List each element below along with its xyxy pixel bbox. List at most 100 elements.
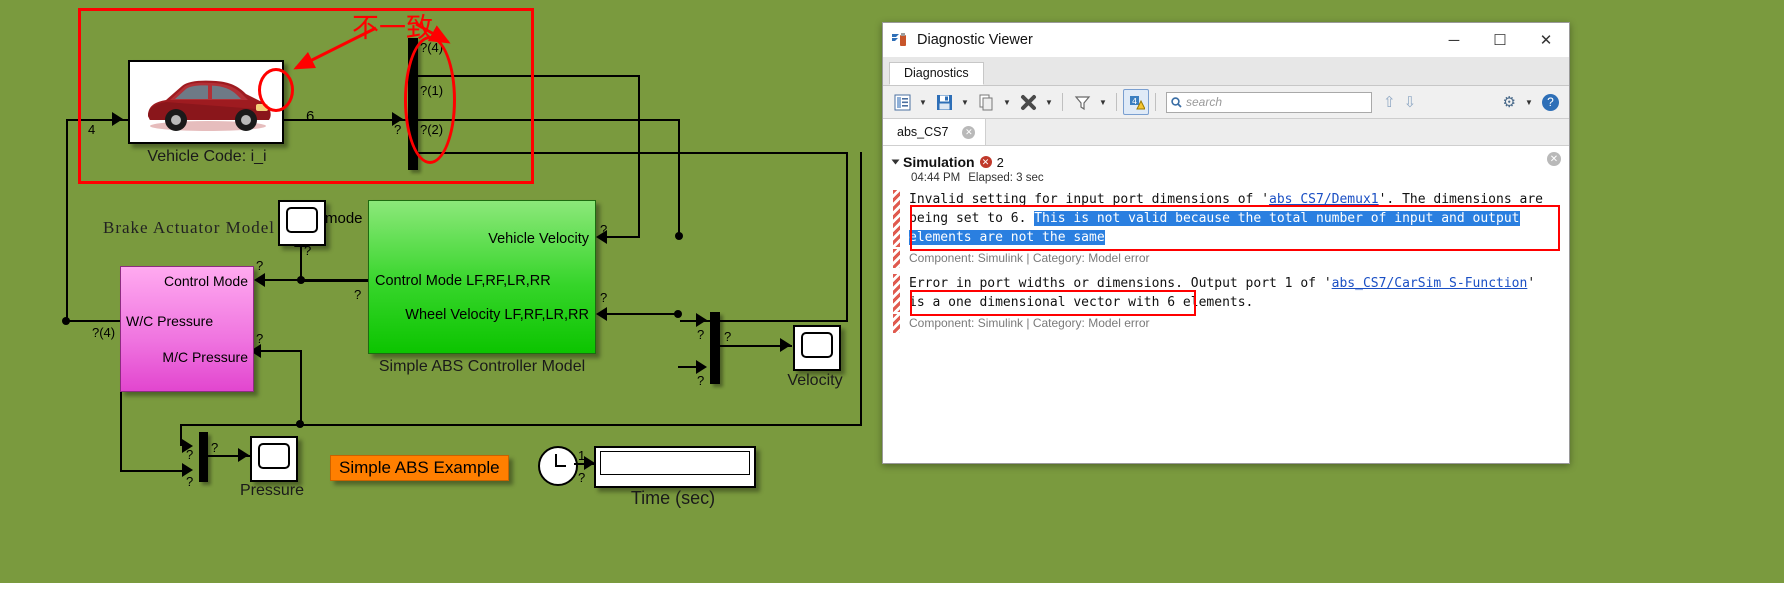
brake-actuator-block[interactable]: Control Mode W/C Pressure M/C Pressure [120,266,254,392]
pressure-mux-block[interactable] [199,432,208,482]
diagnostic-message[interactable]: Invalid setting for input port dimension… [893,190,1559,247]
signal-label-pmux-out: ? [211,440,219,455]
diagnostic-message[interactable]: Error in port widths or dimensions. Outp… [893,274,1559,312]
error-stripe-icon [893,314,900,333]
error-badge-icon: ✕ [979,156,992,168]
simulation-group-header[interactable]: Simulation ✕ 2 [891,154,1559,170]
pressure-scope-block[interactable] [250,436,298,482]
wire [66,320,122,322]
nav-down-icon[interactable]: ⇩ [1404,93,1417,111]
signal-label-brake-ctrl: ? [256,258,264,273]
group-timestamp-row: 04:44 PM Elapsed: 3 sec [911,172,1559,184]
signal-label-pmux-2: ? [186,474,194,489]
diagnostic-viewer-titlebar: Diagnostic Viewer ─ ☐ ✕ [883,23,1569,57]
search-placeholder: search [1186,95,1223,109]
message-link[interactable]: abs_CS7/CarSim S-Function [1332,276,1528,291]
time-display-block[interactable] [594,446,756,488]
wire [606,236,640,238]
signal-label-mux-out: ? [724,329,732,344]
brake-port-mc-pressure: M/C Pressure [162,349,248,365]
signal-label-brake-in: ?(4) [92,325,116,340]
brake-actuator-title: Brake Actuator Model [103,218,276,237]
signal-label-mux-in1: ? [697,327,705,342]
mode-scope-block[interactable] [278,200,326,246]
wire [264,279,368,281]
wire [600,313,678,315]
search-input[interactable]: search [1166,91,1372,113]
wire [300,246,302,280]
maximize-button[interactable]: ☐ [1477,23,1523,57]
help-icon[interactable]: ? [1542,93,1559,111]
toolbar-separator [1062,93,1063,111]
clear-icon[interactable] [1015,89,1041,115]
arrow-icon [696,313,707,327]
controller-port-vehicle-velocity: Vehicle Velocity [488,231,589,247]
signal-label-veh-vel: ? [600,222,608,237]
mux-block[interactable] [710,312,720,384]
message-text: Error in port widths or dimensions. Outp… [909,274,1547,312]
filter-dropdown-icon[interactable]: ▼ [1096,90,1110,114]
minimize-button[interactable]: ─ [1431,23,1477,57]
diagnostic-message-meta: Component: Simulink | Category: Model er… [893,249,1559,268]
model-subtab-strip: abs_CS7 ✕ [883,119,1569,146]
error-stripe-icon [893,274,900,312]
tab-strip: Diagnostics [883,57,1569,86]
pressure-scope-label: Pressure [240,482,305,499]
time-display-label: Time (sec) [630,488,716,508]
save-icon[interactable] [931,89,957,115]
message-seg: Output port 1 of ' [1182,276,1332,291]
clock-block[interactable] [538,446,578,486]
copy-dropdown-icon[interactable]: ▼ [1000,90,1014,114]
brake-port-control-mode: Control Mode [163,273,248,289]
group-time: 04:44 PM [911,172,961,184]
settings-gear-icon[interactable]: ⚙ [1503,93,1516,111]
wire [120,392,122,472]
signal-label-display-in: ? [578,470,586,485]
message-text: Invalid setting for input port dimension… [909,190,1547,247]
red-arrows [293,22,451,70]
signal-label-wheel-vel: ? [600,290,608,305]
chevron-down-icon[interactable] [891,159,900,165]
subtab-abs-cs7[interactable]: abs_CS7 ✕ [883,119,987,145]
scope-screen [258,443,290,469]
signal-label-clock: 1 [578,448,586,463]
canvas-bottom-strip [0,583,1784,607]
nav-up-icon[interactable]: ⇧ [1383,93,1396,111]
diagnostic-viewer-icon [891,31,909,49]
orange-annotation[interactable]: Simple ABS Example [330,455,509,481]
wire [846,152,848,322]
message-seg: Invalid setting for input port dimension… [909,192,1270,207]
view-settings-dropdown-icon[interactable]: ▼ [916,90,930,114]
velocity-scope-block[interactable] [793,325,841,371]
subtab-label: abs_CS7 [897,125,949,139]
diagnostic-toolbar: ▼ ▼ ▼ ▼ ▼ 4 search ⇧ ⇩ ⚙ ▼ ? [883,86,1569,119]
velocity-scope-label: Velocity [787,372,843,389]
mode-scope-label: mode [325,210,363,227]
abs-controller-block[interactable]: Vehicle Velocity Control Mode LF,RF,LR,R… [368,200,596,354]
signal-label-pmux-1: ? [186,447,194,462]
wire [300,350,302,426]
tab-diagnostics[interactable]: Diagnostics [889,62,984,85]
diagnostic-viewer-window[interactable]: Diagnostic Viewer ─ ☐ ✕ Diagnostics ▼ ▼ … [882,22,1570,464]
brake-port-wc-pressure: W/C Pressure [126,313,214,329]
wire [66,121,68,321]
message-link[interactable]: abs_CS7/Demux1 [1269,192,1379,207]
filter-icon[interactable] [1069,89,1095,115]
warnings-errors-icon[interactable]: 4 [1123,89,1149,115]
signal-label-mode: ? [304,243,312,258]
clear-messages-icon[interactable]: ✕ [1547,152,1561,166]
view-settings-icon[interactable] [889,89,915,115]
arrow-icon [238,448,249,462]
clear-dropdown-icon[interactable]: ▼ [1042,90,1056,114]
arrow-icon [596,307,607,321]
signal-label-mux-in2: ? [697,373,705,388]
controller-port-wheel-velocity: Wheel Velocity LF,RF,LR,RR [405,307,589,323]
subtab-close-icon[interactable]: ✕ [962,125,976,139]
wire [678,366,702,368]
window-controls: ─ ☐ ✕ [1431,23,1569,57]
settings-dropdown-icon[interactable]: ▼ [1522,90,1536,114]
close-button[interactable]: ✕ [1523,23,1569,57]
save-dropdown-icon[interactable]: ▼ [958,90,972,114]
copy-icon[interactable] [973,89,999,115]
diagnostic-message-area[interactable]: ✕ Simulation ✕ 2 04:44 PM Elapsed: 3 sec… [883,146,1569,463]
